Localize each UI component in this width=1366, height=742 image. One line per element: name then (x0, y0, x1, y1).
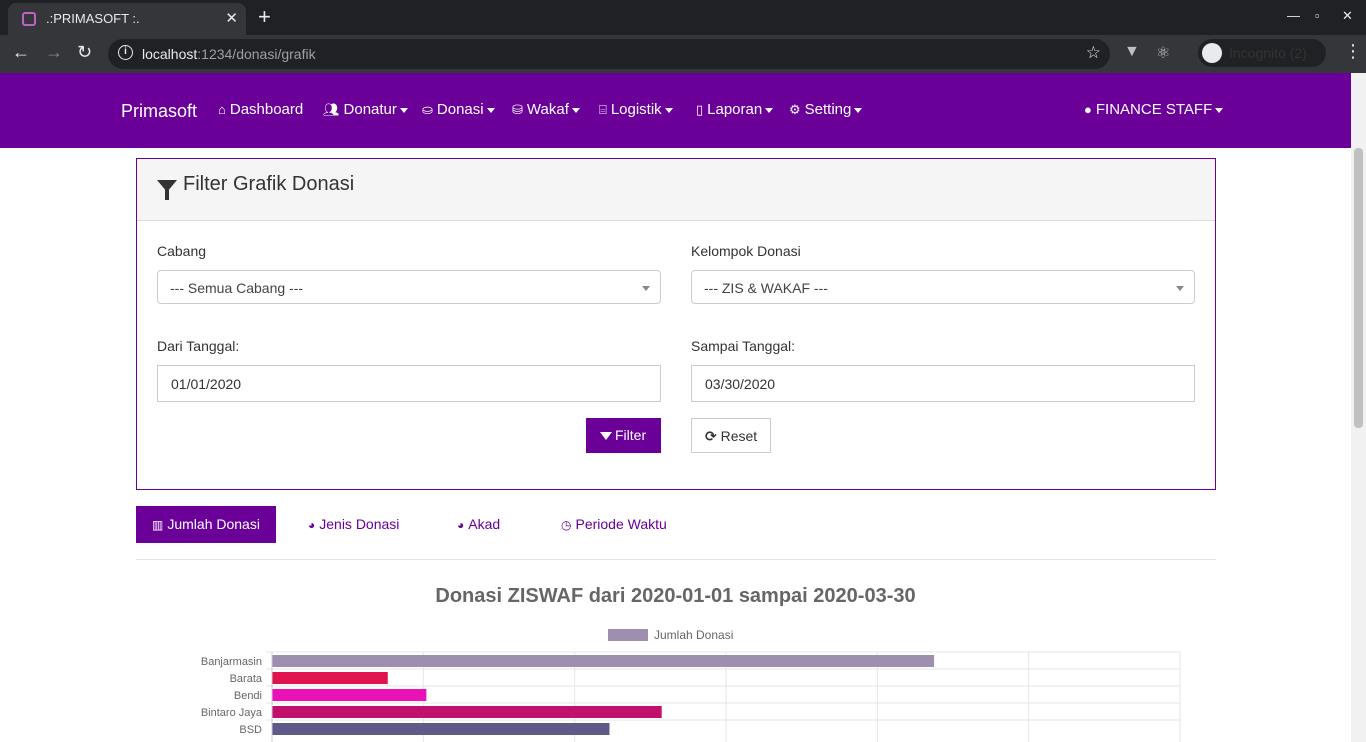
bar-banjarmasin (272, 655, 935, 667)
browser-tab-strip: .:PRIMASOFT :. ✕ + — ▫ ✕ (0, 0, 1366, 35)
browser-tab-title: .:PRIMASOFT :. (46, 11, 140, 26)
page-scrollbar[interactable] (1351, 73, 1366, 742)
url-text[interactable]: localhost:1234/donasi/grafik (142, 46, 316, 62)
bar-bintaro-jaya (272, 706, 662, 718)
y-tick-label: Bintaro Jaya (201, 707, 263, 719)
bar-chart: Jumlah Donasi Banjarmasin Barata Bendi Binta… (201, 628, 1181, 742)
browser-menu-icon[interactable]: ⋮ (1344, 41, 1362, 62)
y-tick-label: Banjarmasin (201, 656, 262, 668)
browser-toolbar: ← → ↻ i localhost:1234/donasi/grafik ☆ ▼… (0, 35, 1366, 73)
site-info-icon[interactable]: i (118, 45, 133, 60)
bar-bsd (272, 723, 610, 735)
y-tick-label: BSD (239, 724, 262, 736)
window-close-icon[interactable]: ✕ (1342, 8, 1353, 24)
maximize-icon[interactable]: ▫ (1315, 8, 1320, 23)
legend-label: Jumlah Donasi (654, 628, 733, 642)
browser-tab[interactable]: .:PRIMASOFT :. ✕ (8, 3, 246, 35)
back-icon[interactable]: ← (12, 42, 30, 63)
page-content: Primasoft ⌂ Dashboard 👥︎ Donatur ⛀ Donasi ⛁… (0, 73, 1351, 742)
site-favicon-icon (22, 12, 36, 26)
close-tab-icon[interactable]: ✕ (225, 9, 238, 27)
bar-barata (272, 672, 388, 684)
bar-bendi (272, 689, 427, 701)
react-devtools-icon[interactable]: ⚛ (1156, 43, 1170, 63)
y-tick-label: Bendi (234, 690, 262, 702)
forward-icon[interactable]: → (45, 42, 63, 63)
address-bar[interactable]: i localhost:1234/donasi/grafik ☆ (108, 39, 1110, 69)
vue-devtools-icon[interactable]: ▼ (1124, 43, 1140, 61)
reload-icon[interactable]: ↻ (77, 42, 92, 63)
minimize-icon[interactable]: — (1287, 8, 1300, 23)
scrollbar-thumb[interactable] (1354, 148, 1363, 428)
incognito-indicator[interactable]: Incognito (2) (1198, 39, 1326, 67)
legend-swatch (608, 629, 648, 641)
bookmark-star-icon[interactable]: ☆ (1086, 43, 1101, 63)
incognito-icon (1202, 43, 1222, 63)
new-tab-icon[interactable]: + (258, 4, 271, 30)
y-tick-label: Barata (230, 673, 263, 685)
